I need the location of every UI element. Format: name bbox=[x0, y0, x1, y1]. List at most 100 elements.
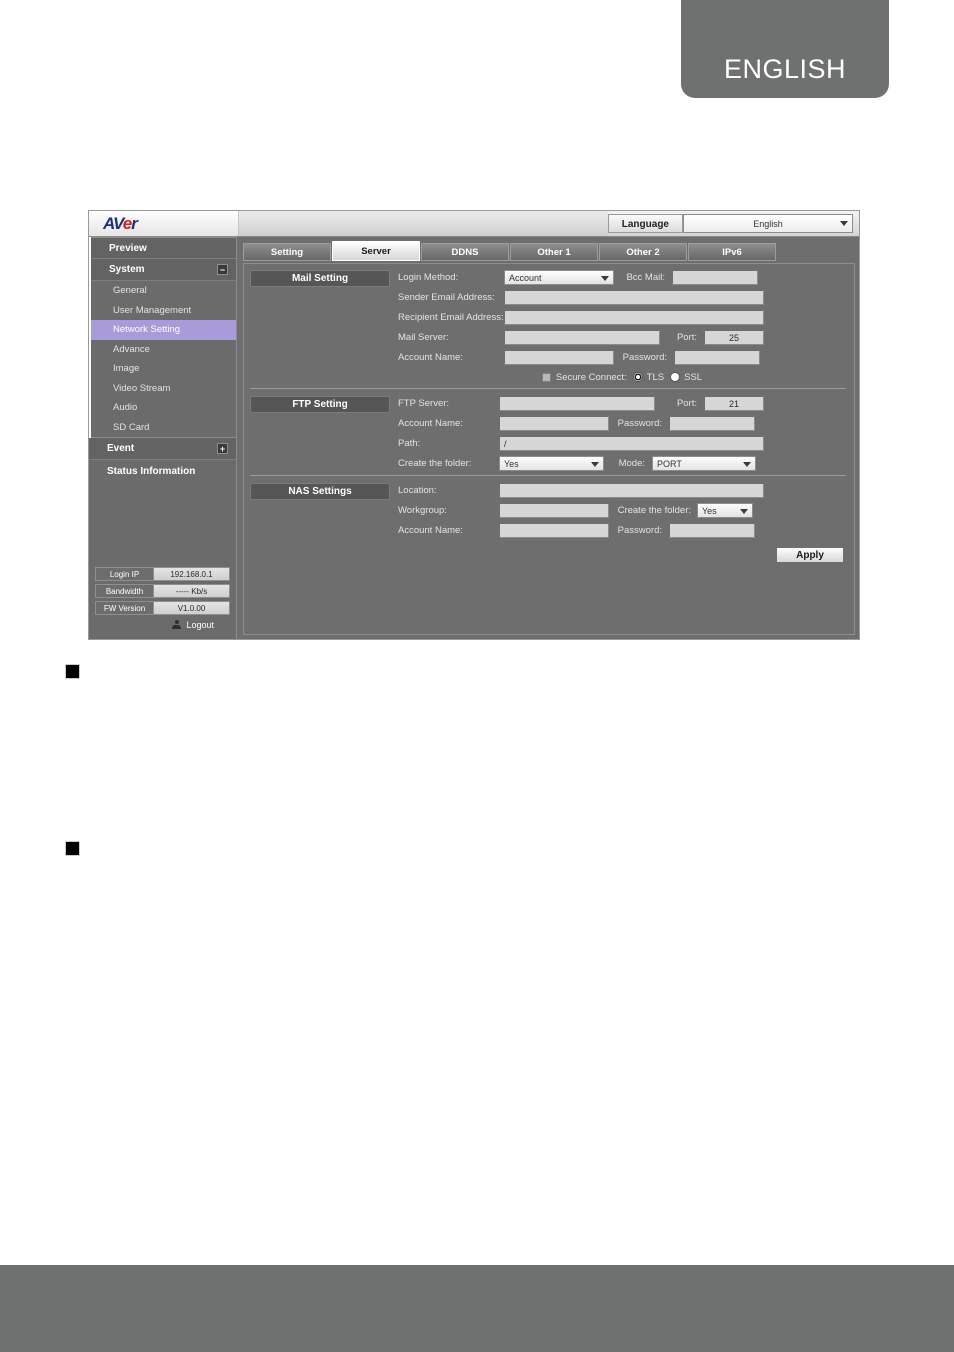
nas-location-row: Location: bbox=[398, 483, 846, 498]
sidebar-item-general-label: General bbox=[113, 285, 147, 297]
english-language-banner: ENGLISH bbox=[681, 0, 889, 98]
expand-plus-icon[interactable]: + bbox=[217, 443, 228, 454]
tab-server[interactable]: Server bbox=[332, 241, 420, 261]
nas-account-name-label: Account Name: bbox=[398, 525, 463, 536]
ftp-path-input[interactable]: / bbox=[499, 436, 764, 451]
bullet-marker bbox=[65, 841, 80, 856]
sidebar-item-status-information-label: Status Information bbox=[107, 466, 196, 477]
sidebar-item-event[interactable]: Event + bbox=[89, 438, 236, 460]
nas-create-folder-value: Yes bbox=[702, 505, 717, 516]
mail-login-method-select[interactable]: Account bbox=[504, 270, 614, 285]
sidebar-item-advance-label: Advance bbox=[113, 343, 150, 355]
secure-connect-label: Secure Connect: bbox=[555, 371, 627, 383]
sidebar-item-system[interactable]: System − bbox=[91, 259, 236, 281]
tab-ipv6[interactable]: IPv6 bbox=[688, 243, 776, 261]
sidebar-item-network-setting[interactable]: Network Setting bbox=[91, 320, 236, 340]
sidebar-item-audio[interactable]: Audio bbox=[91, 398, 236, 418]
language-select[interactable]: English bbox=[683, 214, 853, 233]
mail-password-input[interactable] bbox=[674, 350, 760, 365]
secure-connect-ssl-radio[interactable] bbox=[670, 372, 681, 382]
sidebar-item-preview-label: Preview bbox=[109, 242, 147, 254]
logout-button[interactable]: Logout bbox=[95, 618, 230, 635]
main-content: Setting Server DDNS Other 1 Other 2 IPv6… bbox=[237, 237, 859, 639]
status-row-login-ip: Login IP 192.168.0.1 bbox=[95, 567, 230, 581]
nas-workgroup-row: Workgroup: Create the folder: Yes bbox=[398, 503, 846, 518]
ftp-create-folder-row: Create the folder: Yes Mode: PORT bbox=[398, 456, 846, 471]
tab-server-label: Server bbox=[361, 245, 391, 257]
ftp-account-name-input[interactable] bbox=[499, 416, 609, 431]
mail-login-method-row: Login Method: Account Bcc Mail: bbox=[398, 270, 846, 285]
ftp-path-label: Path: bbox=[398, 438, 421, 449]
language-label: Language bbox=[607, 214, 683, 233]
nas-workgroup-input[interactable] bbox=[499, 503, 609, 518]
sidebar-item-sd-card[interactable]: SD Card bbox=[91, 418, 236, 438]
sidebar-item-user-management[interactable]: User Management bbox=[91, 301, 236, 321]
status-value-bandwidth: ----- Kb/s bbox=[154, 585, 229, 597]
sidebar-item-advance[interactable]: Advance bbox=[91, 340, 236, 360]
tab-ddns-label: DDNS bbox=[451, 246, 479, 258]
mail-account-name-input[interactable] bbox=[504, 350, 614, 365]
secure-connect-row: Secure Connect: TLS SSL bbox=[398, 370, 846, 384]
ftp-setting-section: FTP Setting FTP Server: Port: 21 Account… bbox=[250, 388, 846, 475]
mail-recipient-row: Recipient Email Address: bbox=[398, 310, 846, 325]
mail-setting-section: Mail Setting Login Method: Account Bcc M… bbox=[250, 270, 846, 388]
sidebar-item-general[interactable]: General bbox=[91, 281, 236, 301]
nas-create-folder-select[interactable]: Yes bbox=[697, 503, 753, 518]
mail-bcc-input[interactable] bbox=[672, 270, 758, 285]
ftp-password-input[interactable] bbox=[669, 416, 755, 431]
nas-password-label: Password: bbox=[617, 525, 662, 536]
sidebar-item-sd-card-label: SD Card bbox=[113, 421, 150, 433]
tab-other-2[interactable]: Other 2 bbox=[599, 243, 687, 261]
aver-logo: AVer bbox=[89, 211, 239, 236]
ftp-mode-value: PORT bbox=[657, 458, 682, 469]
tab-bar-filler bbox=[777, 243, 855, 261]
mail-port-input[interactable]: 25 bbox=[704, 330, 764, 345]
sidebar-item-image[interactable]: Image bbox=[91, 359, 236, 379]
nas-location-input[interactable] bbox=[499, 483, 764, 498]
sidebar-system-submenu: General User Management Network Setting … bbox=[91, 281, 236, 438]
nas-password-input[interactable] bbox=[669, 523, 755, 538]
mail-login-method-label: Login Method: bbox=[398, 272, 459, 283]
sidebar-status-block: Login IP 192.168.0.1 Bandwidth ----- Kb/… bbox=[89, 567, 236, 639]
secure-connect-tls-radio[interactable] bbox=[632, 372, 643, 382]
status-key-fw-version: FW Version bbox=[96, 602, 154, 614]
aver-logo-av: AV bbox=[103, 214, 124, 233]
tab-setting[interactable]: Setting bbox=[243, 243, 331, 261]
sidebar-item-preview[interactable]: Preview bbox=[91, 237, 236, 259]
tab-other-1[interactable]: Other 1 bbox=[510, 243, 598, 261]
user-icon bbox=[172, 620, 182, 630]
language-select-value: English bbox=[753, 218, 783, 229]
ftp-create-folder-select[interactable]: Yes bbox=[499, 456, 604, 471]
sidebar-item-audio-label: Audio bbox=[113, 402, 138, 414]
ftp-mode-select[interactable]: PORT bbox=[652, 456, 756, 471]
status-row-fw-version: FW Version V1.0.00 bbox=[95, 601, 230, 615]
chevron-down-icon bbox=[743, 462, 751, 467]
status-value-login-ip: 192.168.0.1 bbox=[154, 568, 229, 580]
sidebar-item-video-stream[interactable]: Video Stream bbox=[91, 379, 236, 399]
mail-server-row: Mail Server: Port: 25 bbox=[398, 330, 846, 345]
tab-ipv6-label: IPv6 bbox=[722, 246, 742, 258]
chevron-down-icon bbox=[740, 509, 748, 514]
mail-server-input[interactable] bbox=[504, 330, 660, 345]
nas-account-name-input[interactable] bbox=[499, 523, 609, 538]
ftp-port-input[interactable]: 21 bbox=[704, 396, 764, 411]
nas-location-label: Location: bbox=[398, 485, 437, 496]
ftp-path-row: Path: / bbox=[398, 436, 846, 451]
language-group: Language English bbox=[607, 211, 859, 236]
ftp-setting-title: FTP Setting bbox=[250, 396, 390, 413]
nas-settings-title: NAS Settings bbox=[250, 483, 390, 500]
mail-sender-input[interactable] bbox=[504, 290, 764, 305]
collapse-minus-icon[interactable]: − bbox=[217, 264, 228, 275]
ftp-server-input[interactable] bbox=[499, 396, 655, 411]
secure-connect-checkbox[interactable] bbox=[541, 372, 551, 382]
tab-ddns[interactable]: DDNS bbox=[421, 243, 509, 261]
sidebar-item-status-information[interactable]: Status Information bbox=[89, 460, 236, 483]
logout-label: Logout bbox=[186, 620, 214, 630]
aver-logo-e: e bbox=[122, 214, 133, 233]
nas-workgroup-label: Workgroup: bbox=[398, 505, 447, 516]
apply-button[interactable]: Apply bbox=[776, 547, 844, 563]
chevron-down-icon bbox=[591, 462, 599, 467]
mail-port-label: Port: bbox=[676, 332, 697, 343]
mail-recipient-input[interactable] bbox=[504, 310, 764, 325]
sidebar-item-system-label: System bbox=[109, 264, 145, 275]
